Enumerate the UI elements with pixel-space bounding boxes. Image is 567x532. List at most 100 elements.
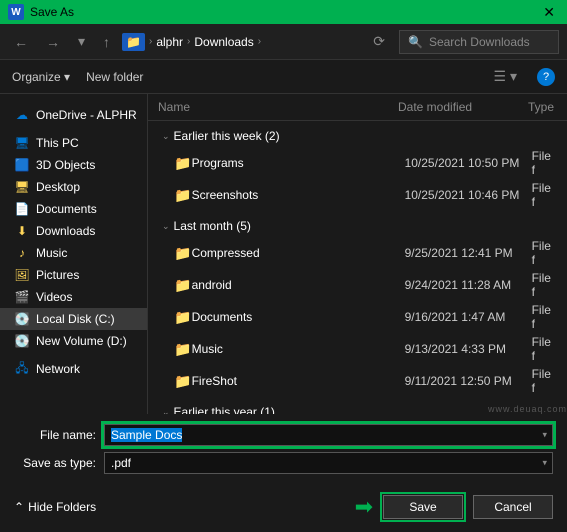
file-type: File f: [532, 149, 557, 177]
sidebar-item-label: 3D Objects: [36, 158, 95, 172]
sidebar-item-label: Music: [36, 246, 67, 260]
sidebar-item-downloads[interactable]: ⬇ Downloads: [0, 220, 147, 242]
hide-folders-button[interactable]: ⌃ Hide Folders: [14, 500, 96, 514]
file-row[interactable]: 📁FireShot9/11/2021 12:50 PMFile f: [148, 365, 567, 397]
videos-icon: 🎬: [14, 289, 30, 305]
file-row[interactable]: 📁Programs10/25/2021 10:50 PMFile f: [148, 147, 567, 179]
file-date: 10/25/2021 10:46 PM: [405, 188, 532, 202]
sidebar-item-this-pc[interactable]: 🖥 This PC: [0, 132, 147, 154]
file-name: Documents: [192, 310, 405, 324]
file-row[interactable]: 📁android9/24/2021 11:28 AMFile f: [148, 269, 567, 301]
arrow-indicator-icon: ➡: [355, 494, 373, 520]
sidebar-item-music[interactable]: ♪ Music: [0, 242, 147, 264]
sidebar-item-network[interactable]: 🖧 Network: [0, 358, 147, 380]
close-icon[interactable]: ✕: [539, 4, 559, 21]
folder-icon: 📁: [174, 187, 192, 204]
column-headers: Name Date modified Type: [148, 94, 567, 121]
cancel-button[interactable]: Cancel: [473, 495, 553, 519]
save-button[interactable]: Save: [383, 495, 463, 519]
file-date: 10/25/2021 10:50 PM: [405, 156, 532, 170]
file-date: 9/13/2021 4:33 PM: [405, 342, 532, 356]
column-type[interactable]: Type: [528, 100, 557, 114]
search-input[interactable]: 🔍 Search Downloads: [399, 30, 559, 54]
file-name: android: [192, 278, 405, 292]
organize-button[interactable]: Organize ▾: [12, 70, 70, 84]
chevron-right-icon: ›: [258, 36, 261, 47]
column-date[interactable]: Date modified: [398, 100, 528, 114]
save-fields: File name: Sample Docs ▾ Save as type: .…: [0, 414, 567, 488]
sidebar-item-label: Pictures: [36, 268, 79, 282]
refresh-icon[interactable]: ⟳: [365, 29, 393, 54]
network-icon: 🖧: [14, 361, 30, 377]
file-row[interactable]: 📁Screenshots10/25/2021 10:46 PMFile f: [148, 179, 567, 211]
group-title: Earlier this week (2): [174, 129, 280, 143]
file-name: FireShot: [192, 374, 405, 388]
monitor-icon: 🖥: [14, 135, 30, 151]
sidebar-item-label: New Volume (D:): [36, 334, 127, 348]
sidebar-item-desktop[interactable]: 🖥 Desktop: [0, 176, 147, 198]
file-type: File f: [532, 239, 557, 267]
view-options-icon[interactable]: ☰ ▾: [490, 68, 521, 85]
window-title: Save As: [30, 5, 539, 19]
group-header[interactable]: ⌄ Earlier this year (1): [148, 397, 567, 414]
address-bar[interactable]: 📁 › alphr › Downloads ›: [122, 33, 359, 51]
sidebar-item-onedrive[interactable]: ☁ OneDrive - ALPHR: [0, 104, 147, 126]
disk-icon: 💽: [14, 333, 30, 349]
sidebar-item-label: This PC: [36, 136, 79, 150]
sidebar-item-label: Documents: [36, 202, 97, 216]
sidebar-item-documents[interactable]: 📄 Documents: [0, 198, 147, 220]
sidebar-item-new-volume-d[interactable]: 💽 New Volume (D:): [0, 330, 147, 352]
save-as-type-label: Save as type:: [14, 456, 104, 470]
folder-icon: 📁: [174, 155, 192, 172]
file-type: File f: [532, 181, 557, 209]
desktop-icon: 🖥: [14, 179, 30, 195]
back-icon[interactable]: ←: [8, 30, 34, 54]
help-icon[interactable]: ?: [537, 68, 555, 86]
new-folder-button[interactable]: New folder: [86, 70, 143, 84]
search-placeholder: Search Downloads: [429, 35, 530, 49]
sidebar: ☁ OneDrive - ALPHR 🖥 This PC 🟦 3D Object…: [0, 94, 148, 414]
sidebar-item-label: OneDrive - ALPHR: [36, 108, 137, 122]
file-name: Programs: [192, 156, 405, 170]
folder-icon: 🟦: [14, 157, 30, 173]
music-icon: ♪: [14, 245, 30, 261]
file-name: Music: [192, 342, 405, 356]
breadcrumb-folder[interactable]: Downloads: [194, 35, 253, 49]
file-date: 9/24/2021 11:28 AM: [405, 278, 532, 292]
file-name: Screenshots: [192, 188, 405, 202]
sidebar-item-videos[interactable]: 🎬 Videos: [0, 286, 147, 308]
file-type: File f: [532, 303, 557, 331]
chevron-right-icon: ›: [149, 36, 152, 47]
up-icon[interactable]: ↑: [97, 30, 116, 54]
word-app-icon: W: [8, 4, 24, 20]
group-header[interactable]: ⌄ Last month (5): [148, 211, 567, 237]
filename-input[interactable]: Sample Docs: [104, 424, 553, 446]
sidebar-item-pictures[interactable]: 🖼 Pictures: [0, 264, 147, 286]
sidebar-item-local-disk-c[interactable]: 💽 Local Disk (C:): [0, 308, 147, 330]
recent-chevron-icon[interactable]: ▾: [72, 29, 91, 54]
folder-icon: 📁: [174, 309, 192, 326]
sidebar-item-label: Network: [36, 362, 80, 376]
file-row[interactable]: 📁Music9/13/2021 4:33 PMFile f: [148, 333, 567, 365]
sidebar-item-label: Desktop: [36, 180, 80, 194]
group-header[interactable]: ⌄ Earlier this week (2): [148, 121, 567, 147]
file-row[interactable]: 📁Compressed9/25/2021 12:41 PMFile f: [148, 237, 567, 269]
forward-icon[interactable]: →: [40, 30, 66, 54]
sidebar-item-label: Videos: [36, 290, 72, 304]
folder-path-icon: 📁: [122, 33, 145, 51]
file-type: File f: [532, 367, 557, 395]
group-title: Last month (5): [174, 219, 251, 233]
file-type: File f: [532, 271, 557, 299]
save-as-type-select[interactable]: .pdf: [104, 452, 553, 474]
folder-icon: 📁: [174, 373, 192, 390]
chevron-down-icon: ⌄: [162, 407, 170, 415]
column-name[interactable]: Name: [158, 100, 398, 114]
sidebar-item-3d-objects[interactable]: 🟦 3D Objects: [0, 154, 147, 176]
chevron-right-icon: ›: [187, 36, 190, 47]
file-date: 9/25/2021 12:41 PM: [405, 246, 532, 260]
file-row[interactable]: 📁Documents9/16/2021 1:47 AMFile f: [148, 301, 567, 333]
search-icon: 🔍: [408, 35, 423, 49]
documents-icon: 📄: [14, 201, 30, 217]
breadcrumb-root[interactable]: alphr: [156, 35, 183, 49]
sidebar-item-label: Downloads: [36, 224, 95, 238]
